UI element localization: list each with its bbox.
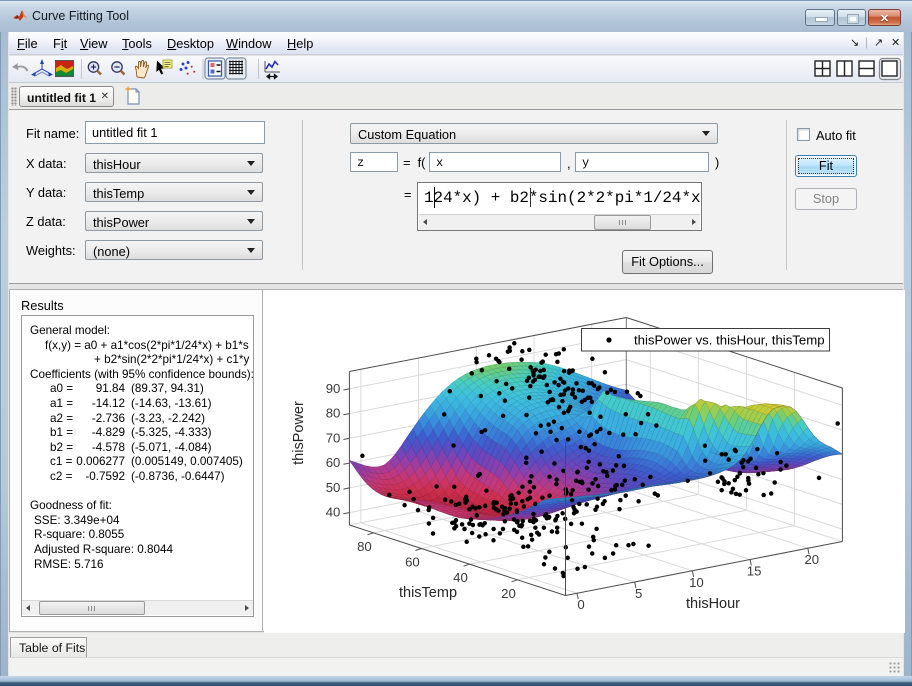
svg-text:40: 40 xyxy=(326,505,341,520)
svg-text:60: 60 xyxy=(405,555,420,570)
svg-text:80: 80 xyxy=(357,539,372,554)
svg-text:thisHour: thisHour xyxy=(686,596,740,612)
svg-text:90: 90 xyxy=(326,381,341,396)
svg-text:70: 70 xyxy=(326,430,341,445)
svg-text:60: 60 xyxy=(326,455,341,470)
svg-text:thisPower vs. thisHour, thisTe: thisPower vs. thisHour, thisTemp xyxy=(634,333,825,348)
svg-text:5: 5 xyxy=(635,586,642,601)
svg-text:thisPower: thisPower xyxy=(291,401,307,465)
svg-text:40: 40 xyxy=(453,570,468,585)
svg-text:50: 50 xyxy=(326,480,341,495)
svg-text:20: 20 xyxy=(804,552,819,567)
svg-text:10: 10 xyxy=(689,575,704,590)
svg-text:80: 80 xyxy=(326,406,341,421)
svg-text:20: 20 xyxy=(501,586,516,601)
svg-text:thisTemp: thisTemp xyxy=(399,585,457,601)
svg-text:0: 0 xyxy=(577,597,584,612)
svg-text:15: 15 xyxy=(747,564,762,579)
